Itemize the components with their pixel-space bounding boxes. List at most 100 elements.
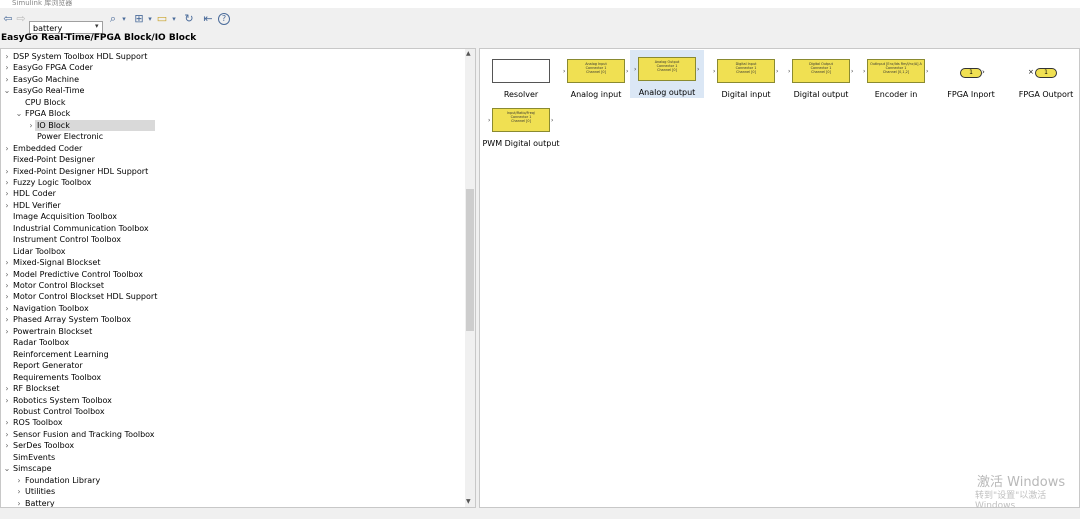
block-name: FPGA Outport [1018,90,1074,99]
tree-item[interactable]: Lidar Toolbox [1,246,459,257]
collapse-icon[interactable]: ⌄ [15,108,23,119]
library-block[interactable]: Input/Ratio/Freq/ Connector 1 Channel [0… [482,101,560,149]
expand-icon[interactable]: › [3,74,11,85]
tree-item[interactable]: Instrument Control Toolbox [1,234,459,245]
refresh-icon[interactable]: ↻ [183,13,195,25]
tree-item[interactable]: SimEvents [1,452,459,463]
tree-item[interactable]: Report Generator [1,360,459,371]
expand-icon[interactable]: › [3,143,11,154]
toolbar: ⇦ ⇨ battery ▾ ⌕ ▾ ⊞ ▾ ▭ ▾ ↻ ⇤ ? [0,9,1080,34]
expand-icon[interactable]: › [3,51,11,62]
expand-icon[interactable]: › [3,326,11,337]
tree-item[interactable]: ⌄ Simscape [1,463,459,474]
tree-item[interactable]: Power Electronic [1,131,459,142]
tree-item[interactable]: › RF Blockset [1,383,459,394]
expand-icon[interactable]: › [3,303,11,314]
tree-item[interactable]: › IO Block [1,119,459,131]
tree-item-label: Fixed-Point Designer HDL Support [13,166,149,176]
expand-icon[interactable]: › [3,177,11,188]
open-folder-icon[interactable]: ▭ [156,13,168,25]
tree-item[interactable]: CPU Block [1,97,459,108]
pin-icon[interactable]: ⇤ [202,13,214,25]
expand-icon[interactable]: › [15,475,23,486]
tree-item[interactable]: Reinforcement Learning [1,349,459,360]
block-body: Analog Input Connector 1 Channel [0] [567,59,625,83]
block-body: OutInput [Enc/Ids Rm/I/nc/A] A Connector… [867,59,925,83]
block-name: PWM Digital output [482,139,560,148]
expand-icon[interactable]: › [3,395,11,406]
tree-item[interactable]: Image Acquisition Toolbox [1,211,459,222]
expand-icon[interactable]: › [3,188,11,199]
tree-item[interactable]: › Sensor Fusion and Tracking Toolbox [1,429,459,440]
library-tree[interactable]: › DSP System Toolbox HDL Support › EasyGo F… [0,48,476,508]
tree-item[interactable]: › HDL Coder [1,188,459,199]
expand-icon[interactable]: › [27,120,35,131]
tree-item-label: Motor Control Blockset HDL Support [13,292,158,302]
expand-icon[interactable]: › [3,62,11,73]
tree-item[interactable]: › Robotics System Toolbox [1,395,459,406]
collapse-icon[interactable]: ⌄ [3,85,11,96]
tree-item[interactable]: › Fixed-Point Designer HDL Support [1,166,459,177]
output-port-icon: › [776,68,779,75]
tree-item-label: DSP System Toolbox HDL Support [13,52,148,61]
scroll-down-icon[interactable]: ▼ [466,498,471,505]
tree-item[interactable]: Fixed-Point Designer [1,154,459,165]
tree-item[interactable]: ⌄ FPGA Block [1,108,459,119]
tree-item[interactable]: › Embedded Coder [1,143,459,154]
new-model-dropdown-icon[interactable]: ▾ [144,13,156,25]
expand-icon[interactable]: › [3,417,11,428]
expand-icon[interactable]: › [3,314,11,325]
tree-item-label: Powertrain Blockset [13,326,93,336]
tree-item[interactable]: › Mixed-Signal Blockset [1,257,459,268]
tree-item-label: IO Block [37,120,70,130]
tree-item[interactable]: ⌄ EasyGo Real-Time [1,85,459,96]
expand-icon[interactable]: › [3,280,11,291]
tree-item[interactable]: › Foundation Library [1,475,459,486]
expand-icon[interactable]: › [3,291,11,302]
expand-icon[interactable]: › [3,200,11,211]
scroll-up-icon[interactable]: ▲ [466,50,471,57]
tree-item[interactable]: › Phased Array System Toolbox [1,314,459,325]
expand-icon[interactable]: › [3,383,11,394]
tree-item[interactable]: Industrial Communication Toolbox [1,223,459,234]
tree-item-label: Radar Toolbox [13,338,70,348]
tree-item[interactable]: › Utilities [1,486,459,497]
tree-item[interactable]: › ROS Toolbox [1,417,459,428]
tree-item[interactable]: › DSP System Toolbox HDL Support [1,51,459,62]
expand-icon[interactable]: › [3,166,11,177]
tree-item[interactable]: › EasyGo FPGA Coder [1,62,459,73]
tree-item[interactable]: › Battery [1,498,459,507]
tree-item-label: EasyGo Real-Time [13,86,85,96]
tree-item[interactable]: › Motor Control Blockset [1,280,459,291]
expand-icon[interactable]: › [3,269,11,280]
search-dropdown-icon[interactable]: ▾ [95,22,99,30]
tree-item[interactable]: Requirements Toolbox [1,372,459,383]
search-options-dropdown-icon[interactable]: ▾ [118,13,130,25]
expand-icon[interactable]: › [3,440,11,451]
tree-item[interactable]: › Motor Control Blockset HDL Support [1,291,459,302]
tree-scrollbar[interactable]: ▲ ▼ [465,49,475,507]
expand-icon[interactable]: › [15,498,23,507]
tree-item-label: Report Generator [13,361,83,371]
tree-item[interactable]: Robust Control Toolbox [1,406,459,417]
scrollbar-thumb[interactable] [466,189,474,331]
tree-item[interactable]: › Navigation Toolbox [1,303,459,314]
tree-item[interactable]: › SerDes Toolbox [1,440,459,451]
expand-icon[interactable]: › [15,486,23,497]
tree-item[interactable]: Radar Toolbox [1,337,459,348]
expand-icon[interactable]: › [3,429,11,440]
open-dropdown-icon[interactable]: ▾ [168,13,180,25]
tree-item[interactable]: › Fuzzy Logic Toolbox [1,177,459,188]
tree-item-label: SimEvents [13,452,56,462]
collapse-icon[interactable]: ⌄ [3,463,11,474]
tree-item[interactable]: › HDL Verifier [1,200,459,211]
help-icon[interactable]: ? [218,13,230,25]
tree-item[interactable]: › Powertrain Blockset [1,326,459,337]
tree-item[interactable]: › Model Predictive Control Toolbox [1,269,459,280]
library-block[interactable]: 1 × FPGA Outport [1009,52,1080,100]
back-arrow-icon[interactable]: ⇦ [2,13,14,25]
expand-icon[interactable]: › [3,257,11,268]
tree-item[interactable]: › EasyGo Machine [1,74,459,85]
forward-arrow-icon[interactable]: ⇨ [15,13,27,25]
library-block[interactable]: Analog Output Connector 1 Channel [0] › › A… [630,50,704,98]
